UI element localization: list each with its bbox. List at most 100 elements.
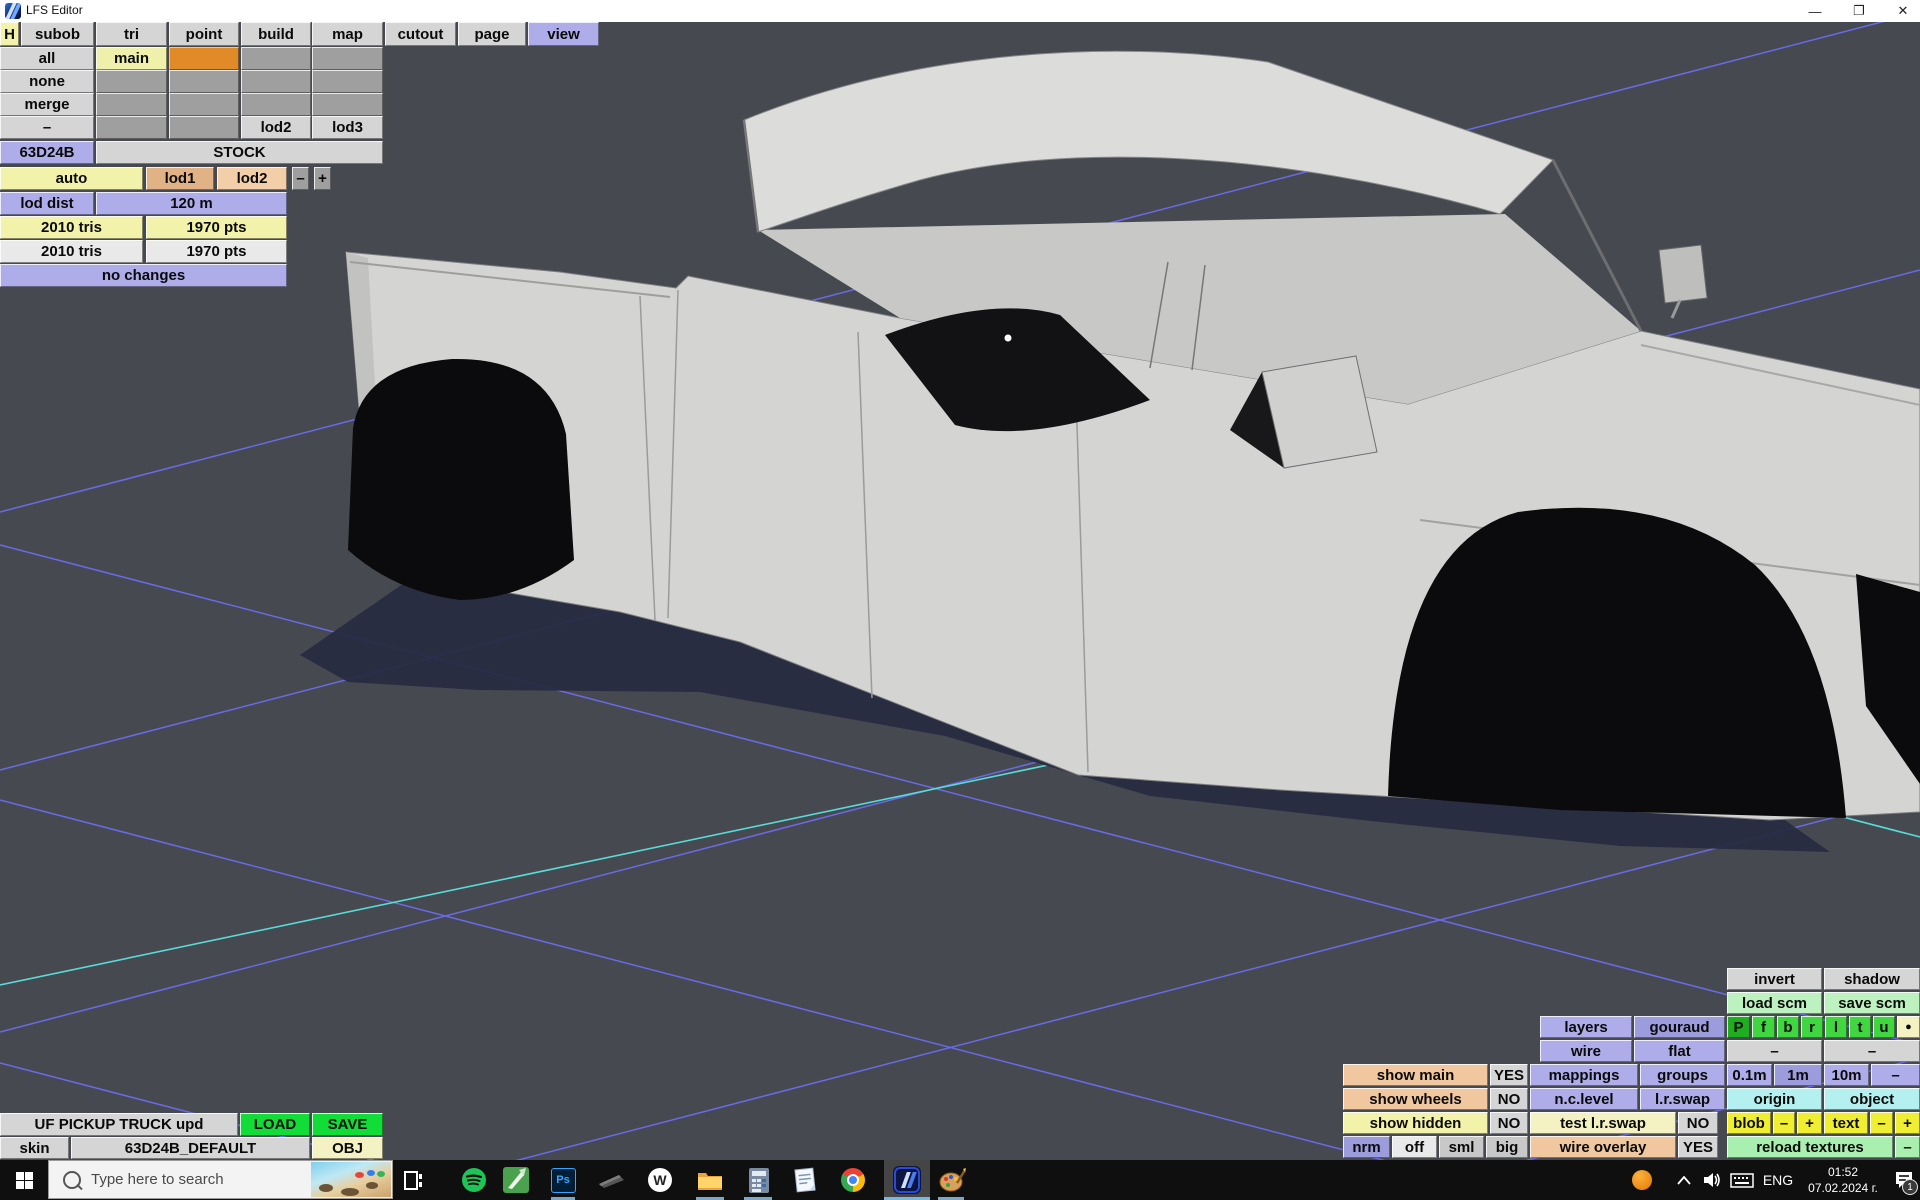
layer-toggle-f[interactable]: f [1752,1016,1775,1038]
skin-name-field[interactable]: 63D24B_DEFAULT [71,1137,310,1159]
subobject-empty-slot[interactable] [169,116,239,139]
stock-config-button[interactable]: STOCK [96,141,383,164]
photoshop-app-button[interactable]: Ps [543,1160,583,1200]
object-id-field[interactable]: 63D24B [0,141,94,164]
nrm-big-button[interactable]: big [1486,1136,1528,1158]
subobject-empty-slot[interactable] [96,93,167,116]
truck-3d-model[interactable] [346,51,1920,820]
show-hidden-button[interactable]: show hidden [1343,1112,1488,1134]
spotify-app-button[interactable] [454,1160,494,1200]
layer-toggle-b[interactable]: b [1777,1016,1799,1038]
save-scm-button[interactable]: save scm [1824,992,1920,1014]
layer-dot-toggle[interactable]: ● [1897,1016,1920,1038]
start-button[interactable] [0,1160,48,1200]
dash-button[interactable]: – [0,116,94,139]
invert-button[interactable]: invert [1727,968,1822,990]
subobject-empty-slot[interactable] [96,116,167,139]
layer-toggle-t[interactable]: t [1849,1016,1871,1038]
tab-page[interactable]: page [458,22,526,46]
nrm-sml-button[interactable]: sml [1439,1136,1484,1158]
text-minus-button[interactable]: – [1870,1112,1893,1134]
green-brush-app-button[interactable] [496,1160,536,1200]
taskbar-search-input[interactable]: Type here to search [48,1160,393,1199]
reload-textures-button[interactable]: reload textures [1727,1136,1893,1158]
tray-touch-keyboard-button[interactable] [1726,1160,1758,1200]
grid-1m-button[interactable]: 1m [1774,1064,1822,1086]
show-main-button[interactable]: show main [1343,1064,1488,1086]
merge-button[interactable]: merge [0,93,94,116]
obj-export-button[interactable]: OBJ [312,1137,383,1159]
blob-plus-button[interactable]: + [1797,1112,1822,1134]
test-lr-swap-button[interactable]: test l.r.swap [1530,1112,1676,1134]
load-button[interactable]: LOAD [240,1113,310,1136]
lod2-button[interactable]: lod2 [241,116,311,139]
wire-overlay-value[interactable]: YES [1678,1136,1718,1158]
wire-button[interactable]: wire [1540,1040,1632,1062]
origin-button[interactable]: origin [1727,1088,1822,1110]
subobject-empty-slot[interactable] [312,47,383,70]
nc-level-button[interactable]: n.c.level [1530,1088,1638,1110]
gouraud-button[interactable]: gouraud [1634,1016,1725,1038]
lod-plus-button[interactable]: + [314,167,331,190]
tab-point[interactable]: point [169,22,239,46]
mappings-button[interactable]: mappings [1530,1064,1638,1086]
object-button[interactable]: object [1824,1088,1920,1110]
tray-orange-app-button[interactable] [1628,1160,1656,1200]
chrome-app-button[interactable] [833,1160,873,1200]
nrm-off-button[interactable]: off [1392,1136,1437,1158]
nrm-button[interactable]: nrm [1343,1136,1390,1158]
show-wheels-value[interactable]: NO [1490,1088,1528,1110]
flat-button[interactable]: flat [1634,1040,1725,1062]
toolbar-h-button[interactable]: H [0,22,19,46]
tab-map[interactable]: map [312,22,383,46]
tab-build[interactable]: build [241,22,311,46]
task-view-button[interactable] [393,1160,433,1200]
tab-tri[interactable]: tri [96,22,167,46]
text-plus-button[interactable]: + [1895,1112,1920,1134]
close-button[interactable]: ✕ [1886,0,1920,22]
titlebar[interactable]: LFS Editor — ❐ ✕ [0,0,1920,22]
tray-show-hidden-icons-button[interactable] [1670,1160,1698,1200]
paint-app-button[interactable] [932,1160,972,1200]
test-lr-swap-value[interactable]: NO [1678,1112,1718,1134]
viewport-3d[interactable] [0,22,1920,1160]
groups-button[interactable]: groups [1640,1064,1725,1086]
tab-cutout[interactable]: cutout [385,22,456,46]
tray-language-button[interactable]: ENG [1758,1160,1798,1200]
lfs-editor-app-button-active[interactable] [884,1160,930,1200]
wedge-app-button[interactable] [591,1160,631,1200]
reload-dash-button[interactable]: – [1895,1136,1920,1158]
wire-overlay-button[interactable]: wire overlay [1530,1136,1676,1158]
subobject-main-button[interactable]: main [96,47,167,70]
lod3-button[interactable]: lod3 [312,116,383,139]
subobject-empty-slot[interactable] [241,70,311,93]
subobject-empty-slot[interactable] [169,70,239,93]
load-scm-button[interactable]: load scm [1727,992,1822,1014]
text-button[interactable]: text [1824,1112,1868,1134]
select-all-button[interactable]: all [0,47,94,70]
blob-minus-button[interactable]: – [1773,1112,1795,1134]
action-center-button[interactable]: 1 [1888,1160,1920,1200]
lod-auto-button[interactable]: auto [0,167,143,190]
w-app-button[interactable]: W [640,1160,680,1200]
subobject-empty-slot[interactable] [96,70,167,93]
subobject-empty-slot[interactable] [241,47,311,70]
tab-subob[interactable]: subob [21,22,94,46]
grid-dash-button[interactable]: – [1871,1064,1920,1086]
lod2-select-button[interactable]: lod2 [217,167,287,190]
notepad-app-button[interactable] [785,1160,825,1200]
layer-toggle-l[interactable]: l [1825,1016,1847,1038]
tray-volume-button[interactable] [1698,1160,1726,1200]
lr-swap-button[interactable]: l.r.swap [1640,1088,1725,1110]
vehicle-name-field[interactable]: UF PICKUP TRUCK upd [0,1113,238,1136]
subobject-empty-slot[interactable] [169,93,239,116]
lod-dist-value[interactable]: 120 m [96,192,287,215]
file-explorer-button[interactable] [690,1160,730,1200]
minimize-button[interactable]: — [1798,0,1832,22]
save-button[interactable]: SAVE [312,1113,383,1136]
subobject-empty-slot[interactable] [241,93,311,116]
layer-toggle-p[interactable]: P [1727,1016,1750,1038]
show-main-value[interactable]: YES [1490,1064,1528,1086]
subobject-empty-slot[interactable] [312,70,383,93]
layer-toggle-r[interactable]: r [1801,1016,1823,1038]
